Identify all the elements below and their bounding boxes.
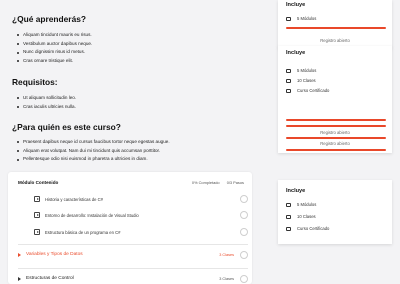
- progress-text: 0% Completado: [191, 180, 220, 185]
- register-button[interactable]: Registro abierto: [278, 38, 392, 43]
- module-count: 3 Clases: [219, 252, 234, 257]
- list-item: Cras iaculis ultricies nulla.: [17, 103, 76, 112]
- feature-item: Curso Certificado: [286, 88, 329, 94]
- chevron-right-icon: [18, 253, 21, 257]
- play-icon: [34, 212, 40, 218]
- play-icon: [34, 196, 40, 202]
- accent-bar: [286, 149, 386, 151]
- list-item: Vestibulum auctor dapibus neque.: [17, 40, 92, 49]
- course-content: ¿Qué aprenderás? Aliquam tincidunt mauri…: [0, 0, 262, 284]
- list-item: Praesent dapibus neque id cursus faucibu…: [17, 138, 170, 147]
- certificate-icon: [286, 226, 291, 232]
- steps-text: 0/3 Pasos: [226, 180, 244, 185]
- lesson-title: Estructura básica de un programa en C#: [45, 229, 121, 235]
- audience-title: ¿Para quién es este curso?: [12, 122, 121, 132]
- panel-title: Incluye: [286, 2, 306, 8]
- lesson-title: Entorno de desarrollo: Instalación de Vi…: [45, 212, 139, 218]
- learn-list: Aliquam tincidunt mauris eu risus. Vesti…: [17, 31, 92, 65]
- audience-list: Praesent dapibus neque id cursus faucibu…: [17, 138, 170, 164]
- modules-icon: [286, 16, 291, 22]
- accent-bar: [286, 137, 386, 139]
- divider: [18, 268, 248, 269]
- certificate-icon: [286, 88, 291, 94]
- status-circle-icon[interactable]: [240, 210, 248, 219]
- learn-title: ¿Qué aprenderás?: [12, 14, 87, 24]
- accent-bar: [286, 119, 386, 121]
- divider: [18, 244, 248, 245]
- list-item: Nunc dignissim risus id metus.: [17, 48, 92, 57]
- status-circle-icon[interactable]: [240, 194, 248, 203]
- feature-item: Curso Certificado: [286, 226, 329, 232]
- requirements-title: Requisitos:: [12, 77, 58, 87]
- curriculum-card: Módulo Contenido 0% Completado 0/3 Pasos…: [8, 172, 252, 284]
- accent-bar: [286, 27, 386, 29]
- feature-item: 5 Módulos: [286, 202, 316, 208]
- module-row-variables[interactable]: Variables y Tipos de Datos 3 Clases: [18, 250, 248, 262]
- play-icon: [34, 229, 40, 235]
- feature-item: 5 Módulos: [286, 68, 316, 74]
- feature-item: 10 Clases: [286, 78, 316, 84]
- includes-panel: Incluye 5 Módulos 10 Clases Curso Certif…: [278, 46, 392, 153]
- includes-panel: Incluye 5 Módulos 10 Clases Curso Certif…: [278, 180, 392, 244]
- list-item: Aliquam tincidunt mauris eu risus.: [17, 31, 92, 40]
- feature-item: 5 Módulos: [286, 16, 316, 22]
- lesson-title: Historia y características de C#: [45, 196, 103, 202]
- includes-panel: Incluye 5 Módulos Registro abierto: [278, 0, 392, 48]
- module-count: 3 Clases: [219, 276, 234, 281]
- classes-icon: [286, 214, 291, 220]
- feature-item: 10 Clases: [286, 214, 316, 220]
- list-item: Ut aliquam sollicitudin leo.: [17, 94, 76, 103]
- panel-title: Incluye: [286, 188, 306, 194]
- sidebar: Incluye 5 Módulos Registro abierto Inclu…: [278, 0, 392, 284]
- module-stats: 0% Completado 0/3 Pasos: [186, 180, 244, 185]
- module-name: Estructuras de Control: [26, 276, 74, 282]
- list-item: Aliquam erat volutpat. Nam dui mi tincid…: [17, 147, 170, 156]
- modules-icon: [286, 202, 291, 208]
- register-button[interactable]: Registro abierto: [278, 141, 392, 146]
- accent-bar: [286, 125, 386, 127]
- chevron-right-icon: [18, 277, 21, 281]
- panel-title: Incluye: [286, 50, 306, 56]
- modules-icon: [286, 68, 291, 74]
- module-row-control[interactable]: Estructuras de Control 3 Clases: [18, 274, 248, 284]
- module-title: Módulo Contenido: [18, 180, 59, 185]
- status-circle-icon[interactable]: [240, 250, 248, 259]
- status-circle-icon[interactable]: [240, 274, 248, 283]
- lesson-row[interactable]: Entorno de desarrollo: Instalación de Vi…: [34, 210, 248, 222]
- list-item: Pellentesque odio nisi euismod in pharet…: [17, 155, 170, 164]
- status-circle-icon[interactable]: [240, 227, 248, 236]
- lesson-row[interactable]: Estructura básica de un programa en C#: [34, 227, 248, 239]
- requirements-list: Ut aliquam sollicitudin leo. Cras iaculi…: [17, 94, 76, 111]
- register-button[interactable]: Registro abierto: [278, 130, 392, 135]
- lesson-row[interactable]: Historia y características de C#: [34, 194, 248, 206]
- module-name: Variables y Tipos de Datos: [26, 252, 83, 258]
- list-item: Cras ornare tristique elit.: [17, 57, 92, 66]
- classes-icon: [286, 78, 291, 84]
